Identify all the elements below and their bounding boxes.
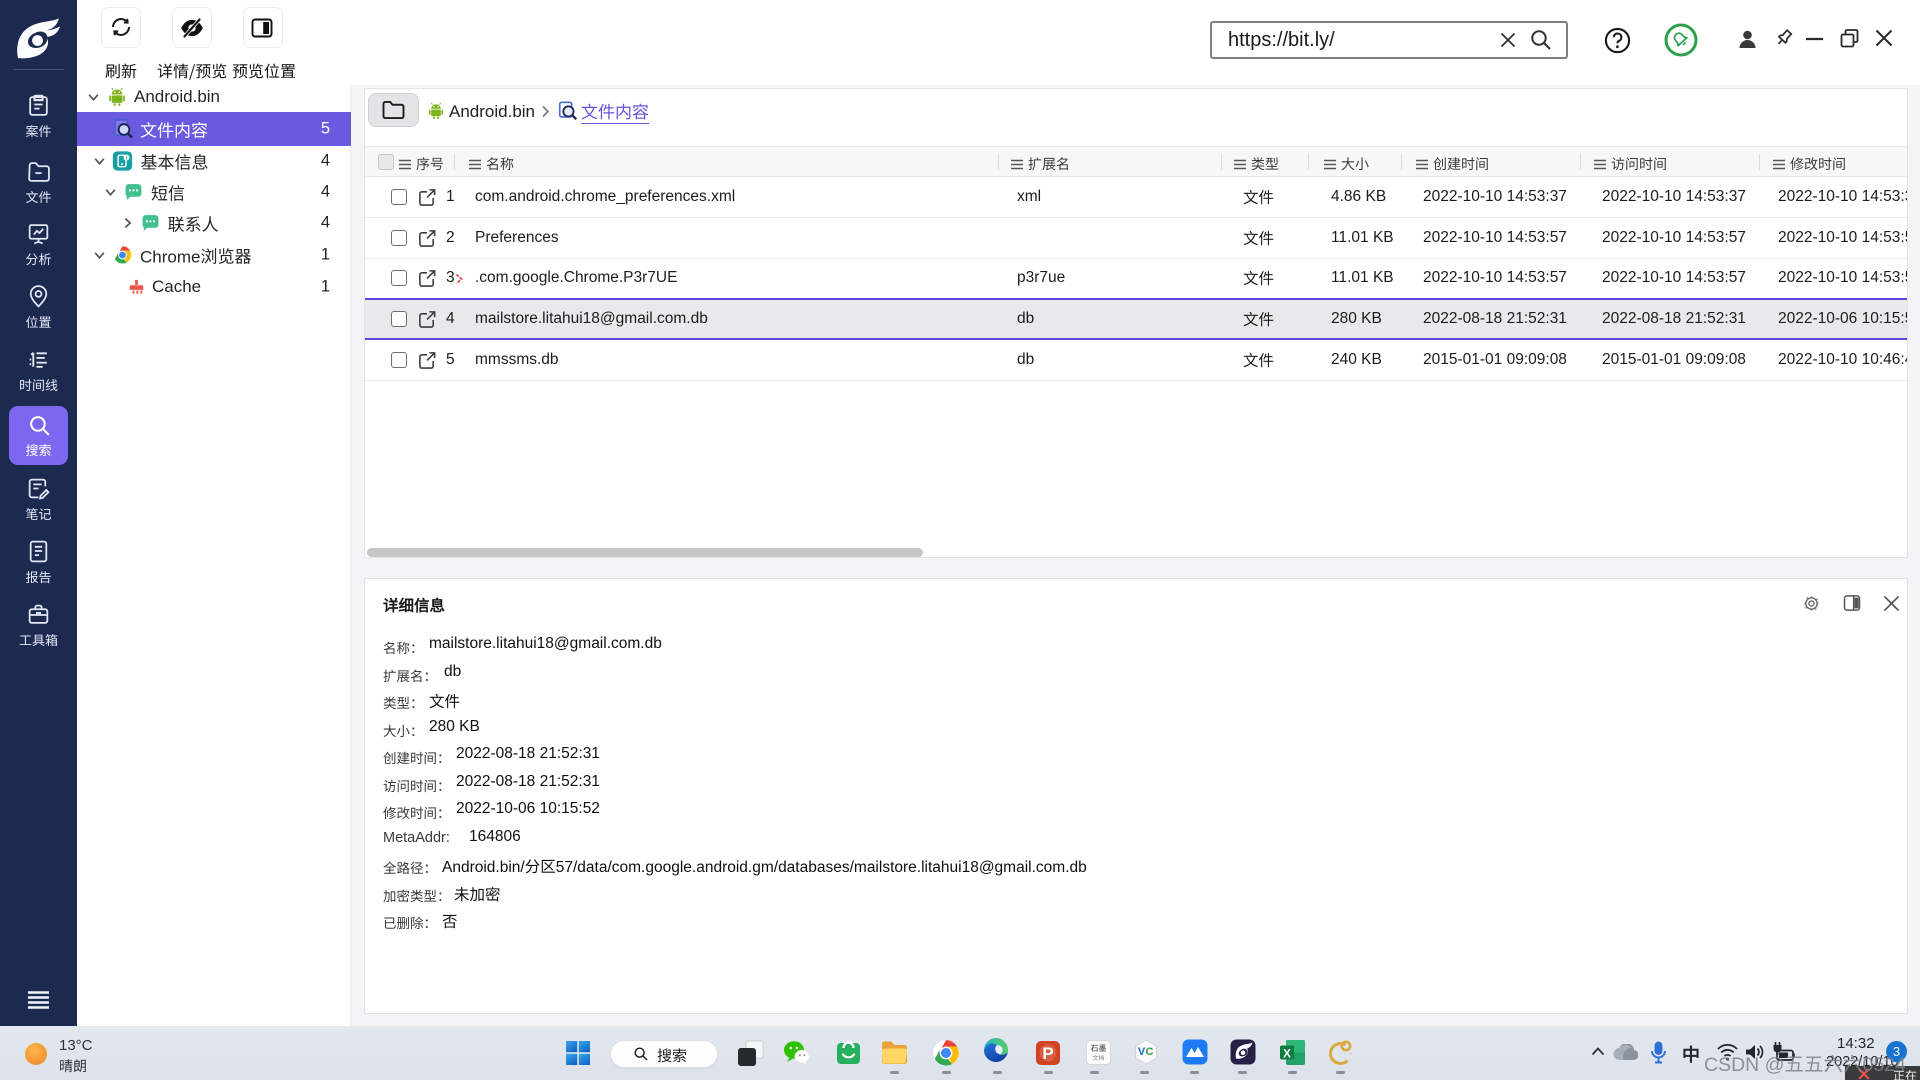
svg-text:C: C — [1146, 1046, 1154, 1058]
svg-text:P: P — [1042, 1044, 1053, 1063]
svg-text:文档: 文档 — [1092, 1053, 1104, 1062]
svg-text:X: X — [1283, 1047, 1291, 1061]
